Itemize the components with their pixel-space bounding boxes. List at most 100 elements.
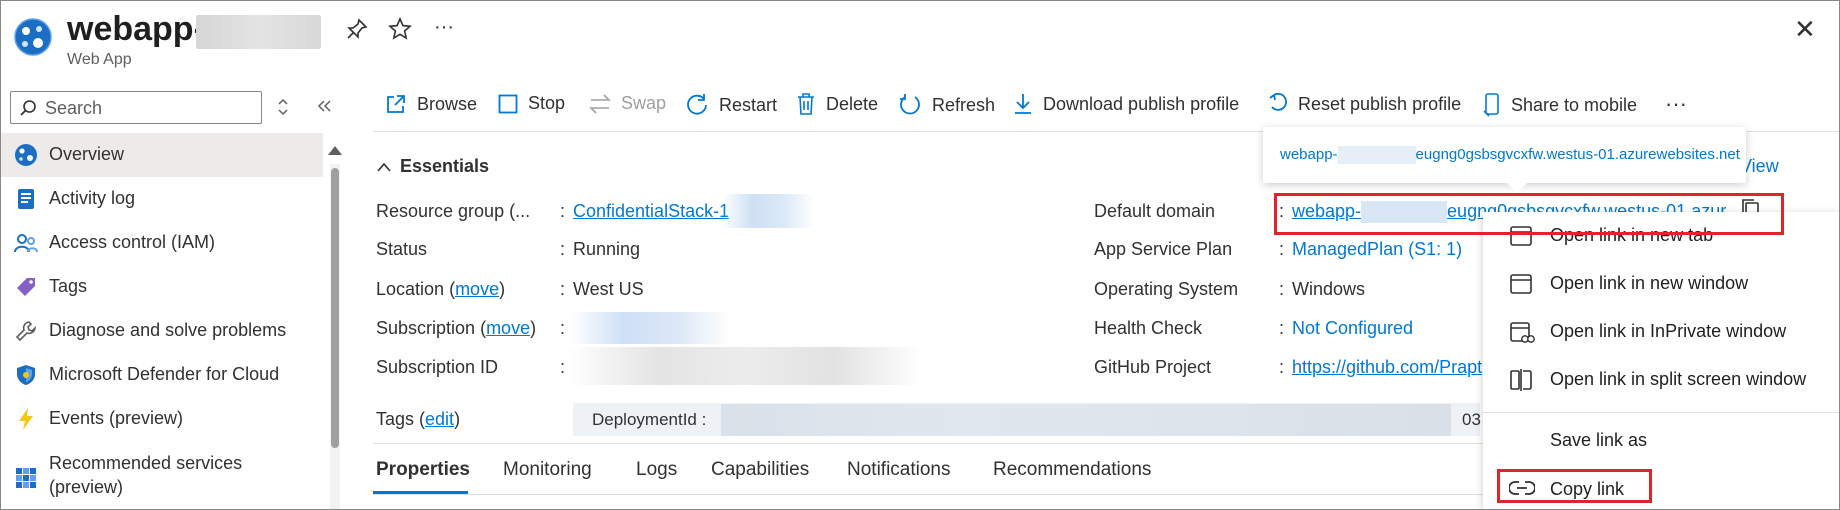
search-input[interactable]: Search: [10, 91, 262, 124]
scrollbar-thumb[interactable]: [331, 168, 339, 448]
location-value: West US: [573, 279, 644, 299]
refresh-button[interactable]: Refresh: [898, 93, 995, 117]
health-check-link[interactable]: Not Configured: [1292, 318, 1413, 339]
tab-properties[interactable]: Properties: [376, 459, 470, 481]
essentials-toggle[interactable]: Essentials: [376, 156, 489, 177]
activity-log-icon: [14, 187, 38, 211]
resource-type-label: Web App: [67, 51, 132, 68]
app-service-plan-link[interactable]: ManagedPlan (S1: 1): [1292, 239, 1462, 260]
sidebar-item-label-line2: (preview): [49, 477, 124, 497]
tab-capabilities[interactable]: Capabilities: [711, 459, 809, 481]
sidebar-item-overview[interactable]: Overview: [0, 133, 323, 177]
sidebar-scrollbar[interactable]: [330, 164, 340, 510]
close-icon[interactable]: ✕: [1794, 14, 1816, 45]
refresh-label: Refresh: [932, 94, 996, 115]
browse-label: Browse: [417, 93, 478, 114]
menu-item-label: Open link in split screen window: [1550, 369, 1807, 389]
browse-button[interactable]: Browse: [385, 93, 477, 115]
expand-collapse-icon[interactable]: [276, 97, 290, 122]
pin-icon[interactable]: [346, 18, 368, 46]
colon: :: [1279, 357, 1285, 377]
restart-icon: [687, 94, 707, 115]
wrench-icon: [14, 319, 38, 343]
colon: :: [1279, 318, 1285, 338]
reset-publish-profile-button[interactable]: Reset publish profile: [1268, 93, 1461, 115]
resource-group-label: Resource group (...: [376, 201, 531, 221]
subscription-move-link[interactable]: move: [486, 318, 530, 338]
sidebar-item-activity-log[interactable]: Activity log: [0, 177, 323, 221]
scroll-up-arrow[interactable]: [328, 146, 342, 155]
status-label: Status: [376, 239, 428, 259]
new-window-icon: [1509, 272, 1533, 301]
tag-key: DeploymentId :: [592, 410, 707, 429]
sidebar-item-diagnose[interactable]: Diagnose and solve problems: [0, 309, 323, 353]
location-label: Location (move): [376, 279, 506, 299]
star-icon[interactable]: [388, 17, 412, 47]
sidebar-item-tags[interactable]: Tags: [0, 265, 323, 309]
sidebar-item-events[interactable]: Events (preview): [0, 397, 323, 441]
colon: :: [560, 279, 566, 299]
subscription-label: Subscription (move): [376, 318, 537, 338]
menu-divider: [1483, 412, 1840, 413]
download-publish-profile-button[interactable]: Download publish profile: [1013, 93, 1239, 115]
menu-save-link-as[interactable]: Save link as: [1483, 419, 1840, 465]
colon: :: [1279, 239, 1285, 259]
operating-system-label: Operating System: [1094, 279, 1239, 299]
sidebar-item-defender[interactable]: Microsoft Defender for Cloud: [0, 353, 323, 397]
tab-logs[interactable]: Logs: [636, 459, 677, 481]
resource-group-link[interactable]: ConfidentialStack-1: [573, 201, 729, 222]
redacted-name: [196, 15, 321, 49]
operating-system-value: Windows: [1292, 279, 1366, 299]
access-control-icon: [14, 231, 38, 255]
browse-icon: [387, 95, 405, 113]
sidebar-item-access-control[interactable]: Access control (IAM): [0, 221, 323, 265]
sidebar-item-label: Recommended services: [49, 453, 243, 473]
redacted-subscription: [570, 312, 730, 344]
search-icon: [20, 100, 36, 116]
swap-button[interactable]: Swap: [589, 93, 666, 114]
inprivate-icon: [1509, 320, 1535, 351]
toolbar-more-button[interactable]: ···: [1665, 91, 1687, 117]
share-to-mobile-button[interactable]: Share to mobile: [1483, 93, 1637, 117]
sidebar-item-label: Overview: [49, 144, 125, 164]
location-move-link[interactable]: move: [455, 279, 499, 299]
chevron-up-icon: [377, 162, 391, 172]
tab-recommendations[interactable]: Recommendations: [993, 459, 1151, 481]
more-label: ···: [1665, 91, 1687, 116]
sidebar-item-recommended[interactable]: Recommended services (preview): [0, 444, 323, 510]
overview-icon: [14, 143, 38, 167]
menu-open-inprivate[interactable]: Open link in InPrivate window: [1483, 310, 1840, 356]
reset-label: Reset publish profile: [1298, 93, 1462, 114]
more-options-icon[interactable]: ···: [434, 16, 454, 39]
delete-button[interactable]: Delete: [796, 93, 878, 115]
link-context-menu: Open link in new tab Open link in new wi…: [1483, 212, 1840, 510]
tag-chip: DeploymentId : 03: [573, 403, 1481, 436]
menu-item-label: Open link in InPrivate window: [1550, 321, 1787, 341]
restart-button[interactable]: Restart: [685, 93, 777, 117]
tab-monitoring[interactable]: Monitoring: [503, 459, 592, 481]
default-domain-label: Default domain: [1094, 201, 1216, 221]
menu-open-new-window[interactable]: Open link in new window: [1483, 262, 1840, 308]
download-label: Download publish profile: [1043, 93, 1240, 114]
delete-label: Delete: [826, 93, 879, 114]
tab-notifications[interactable]: Notifications: [847, 459, 951, 481]
tooltip-text-b: eugng0gsbsgvcxfw.westus-01.azurewebsites…: [1415, 146, 1740, 163]
sidebar-item-label: Diagnose and solve problems: [49, 320, 287, 340]
redacted-subscription-id: [568, 347, 923, 385]
swap-label: Swap: [621, 93, 667, 113]
colon: :: [560, 357, 566, 377]
download-icon: [1015, 94, 1031, 114]
tags-edit-link[interactable]: edit: [425, 409, 454, 429]
collapse-sidebar-icon[interactable]: [316, 98, 332, 119]
tabs-bottom-divider: [373, 494, 1483, 495]
refresh-icon: [900, 94, 920, 115]
stop-button[interactable]: Stop: [498, 93, 565, 114]
url-tooltip: webapp-eugng0gsbsgvcxfw.westus-01.azurew…: [1263, 127, 1746, 193]
menu-item-label: Open link in new window: [1550, 273, 1749, 293]
subscription-id-label: Subscription ID: [376, 357, 499, 377]
tag-tail: 03: [1462, 410, 1481, 429]
menu-open-split-screen[interactable]: Open link in split screen window: [1483, 358, 1840, 404]
trash-icon: [798, 93, 814, 115]
github-project-link[interactable]: https://github.com/Prapt: [1292, 357, 1482, 378]
health-check-label: Health Check: [1094, 318, 1203, 338]
